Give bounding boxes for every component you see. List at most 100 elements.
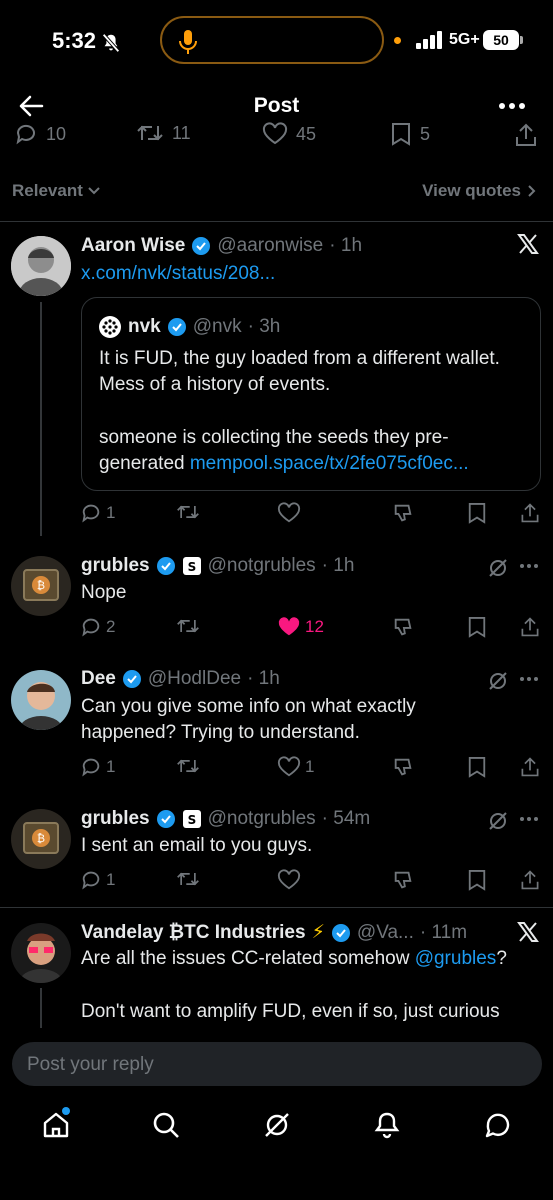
reply-button[interactable]: 1 [80, 756, 115, 778]
post-link[interactable]: x.com/nvk/status/208... [81, 261, 275, 287]
handle[interactable]: @aaronwise [217, 235, 323, 257]
like-button[interactable] [277, 502, 301, 524]
verified-badge-icon [192, 237, 211, 255]
reply-button[interactable]: 1 [80, 869, 115, 891]
reply-text-line: happened? Trying to understand. [81, 722, 360, 743]
more-options-icon[interactable] [498, 96, 526, 116]
chat-bubble-icon [485, 1113, 510, 1138]
analytics-button[interactable] [392, 869, 414, 891]
replies-count-item[interactable]: 10 [14, 122, 66, 146]
repost-icon [177, 872, 199, 886]
verified-badge-icon [122, 670, 141, 688]
avatar[interactable]: ₿ [11, 809, 71, 869]
view-quotes-link[interactable]: View quotes [422, 181, 537, 201]
action-bar: 2 12 [80, 616, 540, 640]
repost-button[interactable] [176, 502, 200, 522]
share-button[interactable] [519, 869, 541, 891]
display-name[interactable]: Vandelay ₿TC Industries [81, 922, 306, 944]
timestamp: · 11m [419, 921, 468, 943]
downvote-icon [394, 618, 412, 636]
grok-icon[interactable] [487, 810, 509, 832]
downvote-icon [394, 758, 412, 776]
more-options-icon[interactable] [519, 556, 539, 576]
share-icon[interactable] [514, 122, 538, 148]
reply-input[interactable]: Post your reply [12, 1042, 542, 1086]
like-button[interactable]: 12 [277, 616, 324, 638]
reply-button[interactable]: 1 [80, 502, 115, 524]
handle[interactable]: @Va... [357, 922, 414, 944]
share-icon [521, 870, 539, 890]
nav-search[interactable] [151, 1110, 181, 1140]
grok-icon[interactable] [487, 670, 509, 692]
heart-filled-icon [278, 617, 300, 636]
display-name[interactable]: grubles [81, 555, 150, 577]
quote-link[interactable]: mempool.space/tx/2fe075cf0ec... [190, 453, 469, 474]
quoted-post-card[interactable]: nvk @nvk · 3h It is FUD, the guy loaded … [81, 297, 541, 491]
reply-text-line: Can you give some info on what exactly [81, 696, 416, 717]
thread-line [40, 302, 42, 536]
reply-button[interactable]: 2 [80, 616, 115, 638]
timestamp: · 54m [321, 808, 371, 829]
divider [0, 221, 553, 222]
handle[interactable]: @notgrubles [208, 808, 316, 830]
sort-label: Relevant [12, 181, 83, 200]
likes-count-item[interactable]: 45 [262, 122, 316, 146]
post-engagement-row: 10 11 45 5 [0, 118, 553, 154]
avatar[interactable]: ₿ [11, 556, 71, 616]
repost-button[interactable] [176, 756, 200, 776]
bookmarks-count-item[interactable]: 5 [390, 122, 430, 146]
nav-grok[interactable] [262, 1110, 292, 1140]
bookmark-button[interactable] [467, 502, 487, 524]
likes-count: 45 [296, 123, 317, 144]
avatar[interactable] [11, 923, 71, 983]
bookmark-button[interactable] [467, 616, 487, 638]
reply-item: Vandelay ₿TC Industries ⚡ @Va... · 11m A… [0, 908, 553, 1028]
reply-header: Dee @HodlDee · 1h [81, 668, 280, 690]
bookmark-icon [468, 870, 486, 891]
bookmark-icon [468, 503, 486, 524]
status-time: 5:32 [52, 28, 97, 53]
repost-button[interactable] [176, 616, 200, 636]
sort-dropdown[interactable]: Relevant [12, 181, 101, 201]
repost-button[interactable] [176, 869, 200, 889]
bell-icon [374, 1112, 400, 1139]
quote-text-prefix: generated [99, 453, 190, 474]
like-button[interactable] [277, 869, 301, 891]
more-options-icon[interactable] [519, 809, 539, 829]
nav-notifications[interactable] [372, 1110, 402, 1140]
display-name[interactable]: Aaron Wise [81, 235, 185, 257]
bell-off-icon [100, 32, 122, 54]
quote-text-line: someone is collecting the seeds they pre… [99, 427, 449, 448]
bookmark-button[interactable] [467, 869, 487, 891]
reply-count: 1 [106, 757, 116, 776]
display-name[interactable]: grubles [81, 808, 150, 830]
handle[interactable]: @notgrubles [208, 555, 316, 577]
repost-icon [177, 505, 199, 519]
dynamic-island [160, 16, 384, 64]
mention-link[interactable]: @grubles [415, 948, 497, 969]
display-name[interactable]: Dee [81, 668, 116, 690]
avatar[interactable] [11, 236, 71, 296]
analytics-button[interactable] [392, 756, 414, 778]
analytics-button[interactable] [392, 502, 414, 524]
handle[interactable]: @HodlDee [148, 668, 241, 690]
share-button[interactable] [519, 616, 541, 638]
grok-icon[interactable] [487, 557, 509, 579]
notification-dot [62, 1107, 70, 1115]
share-button[interactable] [519, 502, 541, 524]
microphone-icon [178, 29, 198, 55]
analytics-button[interactable] [392, 616, 414, 638]
bookmark-button[interactable] [467, 756, 487, 778]
avatar[interactable] [11, 670, 71, 730]
nav-messages[interactable] [483, 1110, 513, 1140]
reply-text-line: Are all the issues CC-related somehow @g… [81, 946, 507, 972]
affiliate-badge-icon: S [182, 810, 201, 828]
bookmark-icon [468, 617, 486, 638]
more-options-icon[interactable] [519, 669, 539, 689]
timestamp: · 1h [329, 235, 363, 256]
like-button[interactable]: 1 [277, 756, 314, 778]
bookmarks-count: 5 [420, 123, 431, 144]
reposts-count-item[interactable]: 11 [136, 122, 191, 144]
grok-icon [265, 1113, 289, 1137]
share-button[interactable] [519, 756, 541, 778]
